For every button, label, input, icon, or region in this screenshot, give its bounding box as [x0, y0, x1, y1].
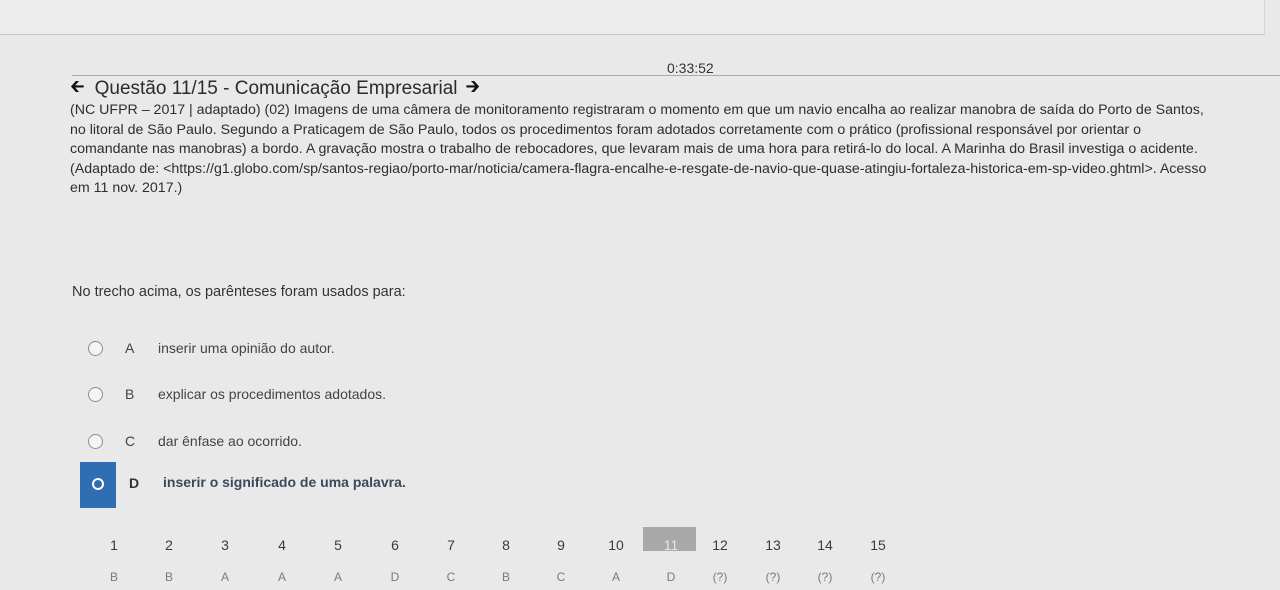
nav-number: 5 — [334, 537, 342, 553]
nav-answer: (?) — [712, 570, 728, 584]
nav-question-4[interactable]: 4 A — [254, 527, 310, 590]
nav-question-12[interactable]: 12 (?) — [692, 527, 748, 590]
radio-c[interactable] — [88, 434, 103, 449]
option-a[interactable]: A inserir uma opinião do autor. — [80, 334, 780, 380]
nav-answer: (?) — [817, 570, 833, 584]
arrow-right-icon[interactable]: 🡲 — [466, 74, 481, 104]
nav-question-14[interactable]: 14 (?) — [797, 527, 853, 590]
nav-answer: A — [333, 570, 342, 584]
option-text: dar ênfase ao ocorrido. — [158, 433, 302, 449]
nav-answer: B — [164, 570, 173, 584]
radio-b[interactable] — [88, 387, 103, 402]
option-b[interactable]: B explicar os procedimentos adotados. — [80, 380, 780, 426]
nav-number: 15 — [870, 537, 886, 553]
option-text: inserir uma opinião do autor. — [158, 340, 335, 356]
nav-number: 4 — [278, 537, 286, 553]
nav-question-7[interactable]: 7 C — [423, 527, 479, 590]
nav-number: 13 — [765, 537, 781, 553]
nav-number: 1 — [110, 537, 118, 553]
radio-d[interactable] — [92, 478, 104, 490]
radio-a[interactable] — [88, 341, 103, 356]
option-letter: B — [125, 386, 135, 402]
nav-number: 6 — [391, 537, 399, 553]
timer: 0:33:52 — [667, 60, 714, 76]
page-title: Questão 11/15 - Comunicação Empresarial — [94, 78, 458, 99]
question-line: (NC UFPR – 2017 | adaptado) (02) Imagens… — [70, 102, 1204, 118]
nav-answer: B — [109, 570, 118, 584]
question-line: comandante nas manobras) a bordo. A grav… — [70, 141, 1198, 157]
top-frame — [0, 0, 1265, 35]
nav-question-5[interactable]: 5 A — [310, 527, 366, 590]
question-line: em 11 nov. 2017.) — [70, 180, 183, 196]
nav-number: 3 — [221, 537, 229, 553]
nav-number: 12 — [712, 537, 728, 553]
nav-answer: (?) — [765, 570, 781, 584]
nav-question-10[interactable]: 10 A — [588, 527, 644, 590]
nav-answer: D — [666, 570, 676, 584]
nav-number: 10 — [608, 537, 624, 553]
question-header: 🡰 Questão 11/15 - Comunicação Empresaria… — [70, 74, 481, 104]
question-navigator: 1 B 2 B 3 A 4 A 5 A 6 D 7 C 8 B 9 C 10 A… — [86, 527, 916, 590]
question-text: (NC UFPR – 2017 | adaptado) (02) Imagens… — [70, 101, 1260, 199]
nav-answer: C — [446, 570, 456, 584]
option-text: inserir o significado de uma palavra. — [163, 474, 406, 490]
nav-question-11-current[interactable]: 11 D — [643, 527, 699, 590]
nav-answer: A — [611, 570, 620, 584]
title-divider — [72, 75, 1280, 76]
nav-question-9[interactable]: 9 C — [533, 527, 589, 590]
nav-question-6[interactable]: 6 D — [367, 527, 423, 590]
nav-answer: C — [556, 570, 566, 584]
question-line: (Adaptado de: <https://g1.globo.com/sp/s… — [70, 160, 1207, 177]
option-letter: C — [125, 433, 136, 449]
nav-answer: A — [220, 570, 229, 584]
option-letter: D — [129, 475, 140, 491]
question-line: no litoral de São Paulo. Segundo a Prati… — [70, 121, 1141, 138]
nav-answer: B — [501, 570, 510, 584]
nav-number: 11 — [663, 537, 679, 553]
nav-question-1[interactable]: 1 B — [86, 527, 142, 590]
nav-answer: (?) — [870, 570, 886, 584]
nav-number: 2 — [165, 537, 173, 553]
nav-question-15[interactable]: 15 (?) — [850, 527, 906, 590]
nav-question-3[interactable]: 3 A — [197, 527, 253, 590]
nav-number: 14 — [817, 537, 833, 553]
nav-answer: A — [277, 570, 286, 584]
nav-number: 8 — [502, 537, 510, 553]
nav-answer: D — [390, 570, 400, 584]
nav-question-13[interactable]: 13 (?) — [745, 527, 801, 590]
nav-question-2[interactable]: 2 B — [141, 527, 197, 590]
nav-number: 7 — [447, 537, 455, 553]
nav-question-8[interactable]: 8 B — [478, 527, 534, 590]
option-letter: A — [125, 340, 135, 356]
option-text: explicar os procedimentos adotados. — [158, 386, 387, 402]
option-d[interactable]: D inserir o significado de uma palavra. — [80, 462, 780, 508]
arrow-left-icon[interactable]: 🡰 — [70, 74, 85, 104]
nav-number: 9 — [557, 537, 565, 553]
question-prompt: No trecho acima, os parênteses foram usa… — [72, 284, 406, 300]
